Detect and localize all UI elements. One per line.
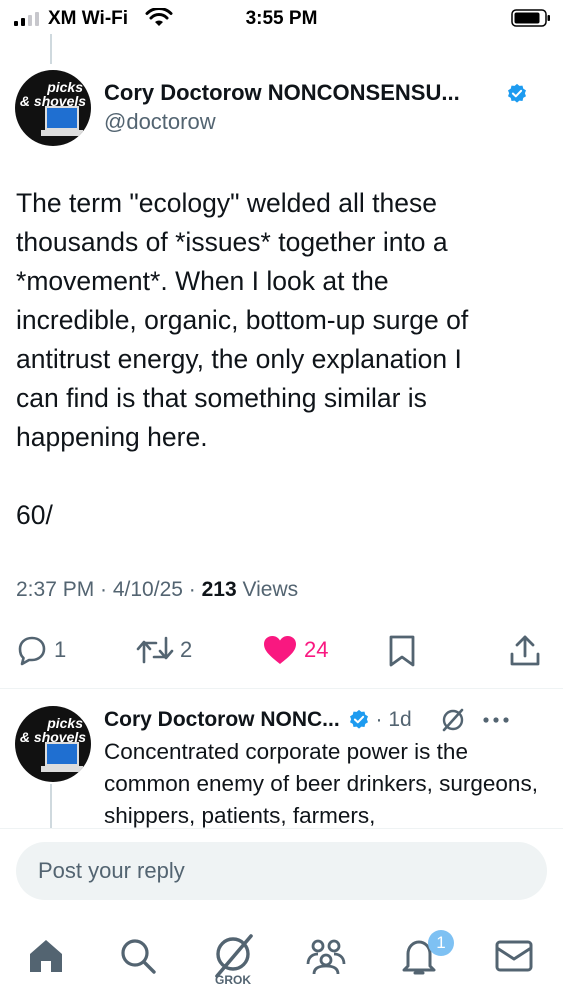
grok-icon[interactable]: [440, 707, 466, 733]
repost-icon: [136, 636, 174, 664]
reply-author-avatar[interactable]: picks & shovels: [15, 706, 91, 782]
divider: [0, 828, 563, 829]
views-count: 213: [201, 578, 237, 601]
like-button[interactable]: 24: [262, 634, 328, 666]
reply-button[interactable]: 1: [16, 634, 66, 666]
keyboard-shape: [41, 766, 83, 772]
laptop-icon: [45, 106, 79, 130]
thread-number: 60/: [16, 500, 53, 530]
status-time: 3:55 PM: [245, 8, 318, 29]
tweet-metadata: 2:37 PM · 4/10/25 · 213 Views: [16, 578, 298, 602]
more-options-icon[interactable]: [482, 716, 510, 724]
tweet-text-line: incredible, organic, bottom-up surge of: [16, 305, 469, 335]
home-icon: [30, 940, 62, 972]
tab-home[interactable]: [22, 932, 70, 980]
reply-time[interactable]: 1d: [388, 708, 411, 732]
repost-count: 2: [180, 637, 193, 662]
author-handle[interactable]: @doctorow: [104, 109, 216, 135]
reply-input[interactable]: [16, 842, 547, 900]
thread-connector-line: [50, 34, 52, 64]
avatar-text-picks: picks: [47, 715, 83, 731]
verified-badge-icon: [508, 83, 526, 103]
heart-icon: [264, 636, 296, 664]
author-name[interactable]: Cory Doctorow NONCONSENSU...: [104, 80, 460, 106]
tweet-text-line: thousands of *issues* together into a: [16, 227, 448, 257]
divider: [0, 688, 563, 689]
bottom-tab-bar: [0, 920, 563, 1000]
reply-header: Cory Doctorow NONC... · 1d: [104, 707, 510, 733]
reply-composer[interactable]: [16, 842, 547, 900]
thread-connector-line: [50, 784, 52, 828]
share-button[interactable]: [508, 634, 542, 668]
communities-icon: [306, 939, 346, 975]
tweet-text-line: *movement*. When I look at the: [16, 266, 389, 296]
reply-icon: [18, 636, 46, 666]
tweet-actions: 1 2 24: [0, 628, 563, 674]
share-icon: [510, 635, 540, 666]
laptop-icon: [45, 742, 79, 766]
tab-communities[interactable]: [302, 932, 350, 980]
battery-icon: [511, 9, 550, 27]
tweet-text-line: The term "ecology" welded all these: [16, 188, 437, 218]
avatar-text-picks: picks: [47, 79, 83, 95]
reply-author-name[interactable]: Cory Doctorow NONC...: [104, 708, 340, 732]
tab-messages[interactable]: [490, 932, 538, 980]
grok-tab-label: GROK: [215, 973, 251, 987]
reply-tweet[interactable]: picks & shovels Cory Doctorow NONC... · …: [0, 700, 563, 828]
tweet-text-line: happening here.: [16, 422, 208, 452]
author-avatar[interactable]: picks & shovels: [15, 70, 91, 146]
search-icon: [121, 939, 156, 974]
tweet-text-line: can find is that something similar is: [16, 383, 427, 413]
tab-search[interactable]: [114, 932, 162, 980]
views-label: Views: [236, 578, 299, 601]
verified-badge-icon: [349, 709, 368, 729]
separator-dot: ·: [369, 708, 389, 731]
tweet-text-line: antitrust energy, the only explanation I: [16, 344, 462, 374]
like-count: 24: [304, 637, 329, 662]
tweet-timestamp[interactable]: 2:37 PM · 4/10/25 ·: [16, 578, 202, 601]
bookmark-icon: [389, 635, 415, 667]
mail-icon: [495, 940, 533, 972]
keyboard-shape: [41, 130, 83, 136]
bookmark-button[interactable]: [387, 634, 417, 668]
reply-text: Concentrated corporate power is the comm…: [104, 739, 538, 828]
tweet-text: The term "ecology" welded all these thou…: [16, 184, 546, 457]
repost-button[interactable]: 2: [136, 634, 192, 666]
notification-badge: 1: [428, 930, 454, 956]
reply-count: 1: [54, 637, 67, 662]
status-bar: XM Wi-Fi 3:55 PM: [0, 0, 563, 36]
